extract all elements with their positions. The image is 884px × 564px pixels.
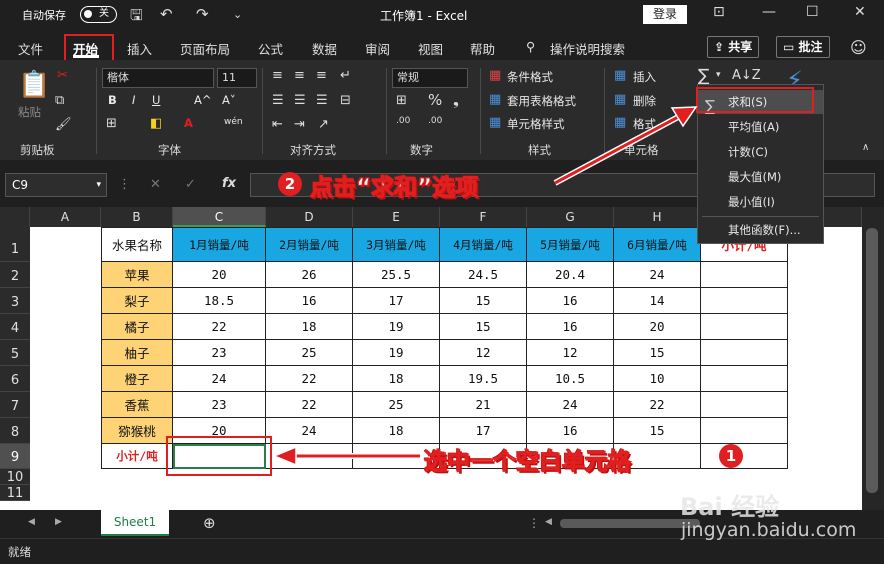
watermark-brand: Bai 经验 [680, 493, 780, 521]
watermark-url: jingyan.baidu.com [681, 519, 857, 541]
arrow-1-head [272, 445, 297, 467]
step-2-badge: 2 [278, 172, 302, 196]
step-2-annotation: 点击“求和”选项 [309, 175, 479, 202]
step-1-annotation: 选中一个空白单元格 [424, 449, 632, 476]
annotation-arrows [272, 106, 698, 467]
step-1-badge: 1 [719, 444, 743, 468]
arrow-2-shaft [554, 114, 681, 185]
